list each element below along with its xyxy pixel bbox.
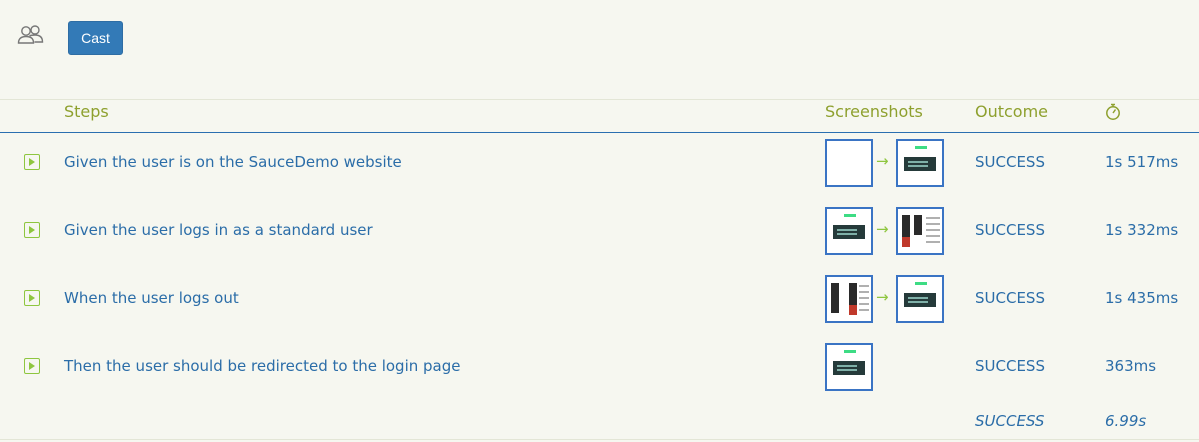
screenshot-thumbnail[interactable] — [896, 207, 944, 255]
arrow-right-icon: → — [876, 220, 889, 238]
screenshot-thumbnail[interactable] — [825, 139, 873, 187]
table-header: Steps Screenshots Outcome — [0, 100, 1199, 133]
screenshots-header[interactable]: Screenshots — [825, 102, 923, 121]
arrow-right-icon: → — [876, 288, 889, 306]
screenshot-thumbnail[interactable] — [896, 275, 944, 323]
total-duration: 6.99s — [1105, 412, 1147, 430]
table-bottom-divider — [0, 439, 1199, 440]
step-description[interactable]: Given the user is on the SauceDemo websi… — [64, 153, 402, 171]
test-report-page: Cast Steps Screenshots Outcome Given the… — [0, 0, 1199, 442]
summary-row: SUCCESS 6.99s — [0, 403, 1199, 439]
stopwatch-icon[interactable] — [1105, 103, 1121, 125]
step-duration: 363ms — [1105, 357, 1157, 375]
step-outcome: SUCCESS — [975, 357, 1045, 375]
outcome-header[interactable]: Outcome — [975, 102, 1048, 121]
table-row: Given the user logs in as a standard use… — [0, 202, 1199, 270]
step-outcome: SUCCESS — [975, 289, 1045, 307]
play-icon[interactable] — [24, 358, 40, 374]
table-row: Then the user should be redirected to th… — [0, 338, 1199, 406]
screenshot-thumbnail[interactable] — [825, 343, 873, 391]
steps-header[interactable]: Steps — [64, 102, 109, 121]
screenshot-thumbnail[interactable] — [825, 207, 873, 255]
step-description[interactable]: When the user logs out — [64, 289, 239, 307]
arrow-right-icon: → — [876, 152, 889, 170]
step-duration: 1s 332ms — [1105, 221, 1179, 239]
step-outcome: SUCCESS — [975, 153, 1045, 171]
step-outcome: SUCCESS — [975, 221, 1045, 239]
table-row: When the user logs out → SUCCESS 1s 435m… — [0, 270, 1199, 338]
step-description[interactable]: Given the user logs in as a standard use… — [64, 221, 373, 239]
people-icon[interactable] — [17, 24, 45, 46]
step-duration: 1s 435ms — [1105, 289, 1179, 307]
step-duration: 1s 517ms — [1105, 153, 1179, 171]
table-row: Given the user is on the SauceDemo websi… — [0, 134, 1199, 202]
screenshot-thumbnail[interactable] — [896, 139, 944, 187]
step-description[interactable]: Then the user should be redirected to th… — [64, 357, 460, 375]
play-icon[interactable] — [24, 290, 40, 306]
screenshot-thumbnail[interactable] — [825, 275, 873, 323]
total-outcome: SUCCESS — [975, 412, 1045, 430]
header-divider — [0, 132, 1199, 133]
cast-button[interactable]: Cast — [68, 21, 123, 55]
play-icon[interactable] — [24, 154, 40, 170]
play-icon[interactable] — [24, 222, 40, 238]
